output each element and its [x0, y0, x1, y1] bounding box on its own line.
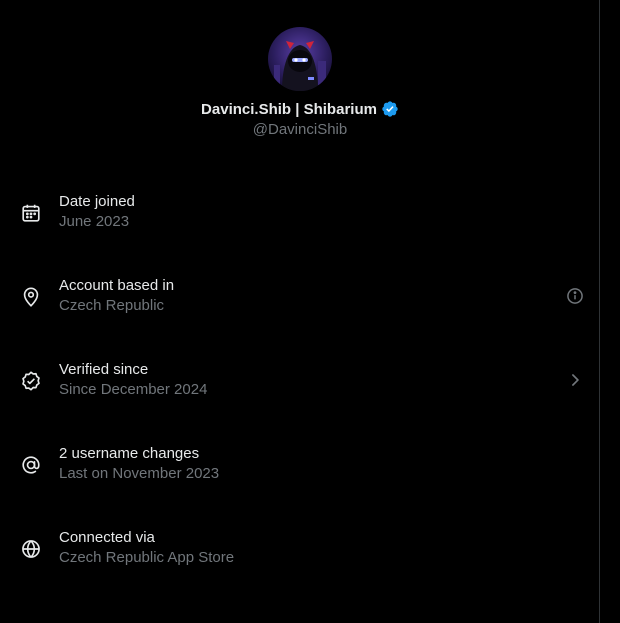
row-text: Connected via Czech Republic App Store [59, 528, 234, 568]
location-pin-icon [23, 287, 39, 307]
row-text: 2 username changes Last on November 2023 [59, 444, 219, 484]
at-sign-icon [22, 456, 40, 474]
verified-badge-icon[interactable] [381, 100, 399, 118]
name-row: Davinci.Shib | Shibarium [0, 99, 600, 119]
info-icon[interactable] [565, 286, 585, 306]
row-subtitle: Czech Republic App Store [59, 549, 235, 566]
row-title: Verified since [59, 361, 149, 378]
chevron-right-icon[interactable] [565, 370, 585, 390]
info-list: Date joined June 2023 Account based in C… [0, 180, 600, 600]
row-title: 2 username changes [59, 445, 200, 462]
handle: @DavinciShib [252, 121, 348, 138]
display-name[interactable]: Davinci.Shib | Shibarium [201, 101, 377, 118]
info-row-connected-via[interactable]: Connected via Czech Republic App Store [0, 516, 600, 600]
globe-icon [22, 540, 40, 558]
row-title: Date joined [59, 193, 135, 210]
info-row-date-joined[interactable]: Date joined June 2023 [0, 180, 600, 264]
verified-check-icon [22, 371, 40, 391]
row-subtitle: June 2023 [59, 213, 130, 230]
row-text: Verified since Since December 2024 [59, 360, 207, 400]
row-subtitle: Czech Republic [59, 297, 165, 314]
profile-header: Davinci.Shib | Shibarium @DavinciShib [0, 27, 600, 138]
row-subtitle: Since December 2024 [59, 381, 208, 398]
calendar-icon [22, 204, 40, 222]
info-row-verified-since[interactable]: Verified since Since December 2024 [0, 348, 600, 432]
row-text: Account based in Czech Republic [59, 276, 174, 316]
row-text: Date joined June 2023 [59, 192, 135, 232]
row-title: Account based in [59, 277, 175, 294]
info-row-account-based-in[interactable]: Account based in Czech Republic [0, 264, 600, 348]
avatar[interactable] [268, 27, 332, 91]
row-subtitle: Last on November 2023 [59, 465, 220, 482]
info-row-username-changes[interactable]: 2 username changes Last on November 2023 [0, 432, 600, 516]
row-title: Connected via [59, 529, 155, 546]
about-account-panel: Davinci.Shib | Shibarium @DavinciShib Da… [0, 0, 600, 623]
